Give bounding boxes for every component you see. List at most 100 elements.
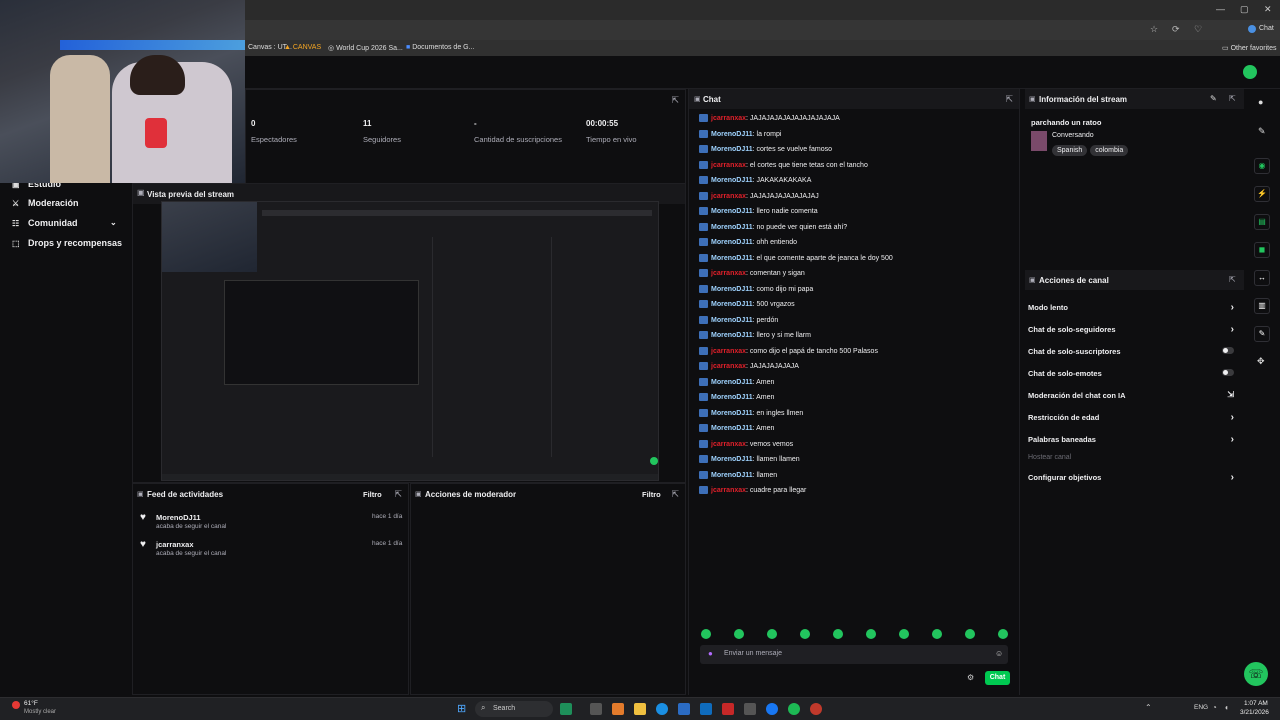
chat-username[interactable]: MorenoDJ11: [711, 285, 753, 292]
toggle-switch[interactable]: [1222, 369, 1234, 376]
nav-item-moderation[interactable]: ⚔ Moderación: [12, 198, 79, 208]
favorites-icon[interactable]: ♡: [1194, 24, 1202, 35]
channel-action-item[interactable]: Restricción de edad ›: [1028, 412, 1234, 423]
channel-action-item[interactable]: Modo lento ›: [1028, 302, 1234, 313]
nav-item-community[interactable]: ☷ Comunidad ⌄: [12, 218, 117, 228]
chat-username[interactable]: jcarranxax: [711, 192, 746, 199]
chat-username[interactable]: jcarranxax: [711, 270, 746, 277]
close-icon[interactable]: ✕: [1264, 4, 1272, 15]
bookmark-item[interactable]: ▲ CANVAS: [284, 44, 321, 51]
emote-icon[interactable]: [767, 629, 777, 639]
quick-action-button[interactable]: ↔: [1254, 270, 1270, 286]
chat-username[interactable]: MorenoDJ11: [711, 223, 753, 230]
spotify-icon[interactable]: [788, 703, 800, 715]
help-chat-icon[interactable]: ☏: [1244, 662, 1268, 686]
settings-gear-icon[interactable]: ⚙: [967, 673, 974, 682]
quick-action-button[interactable]: ⚡: [1254, 186, 1270, 202]
quick-action-button[interactable]: ▥: [1254, 298, 1270, 314]
chat-send-button[interactable]: Chat: [985, 671, 1010, 685]
chat-username[interactable]: MorenoDJ11: [711, 177, 753, 184]
activity-user[interactable]: jcarranxax: [156, 540, 194, 549]
chat-username[interactable]: MorenoDJ11: [711, 425, 753, 432]
emote-icon[interactable]: [998, 629, 1008, 639]
popout-icon[interactable]: ⇱: [671, 95, 679, 106]
quick-action-button[interactable]: ▤: [1254, 214, 1270, 230]
weather-icon[interactable]: [12, 701, 20, 709]
pencil-icon[interactable]: ✎: [1258, 126, 1266, 137]
other-favorites[interactable]: ▭ Other favorites: [1222, 44, 1276, 52]
widgets-icon[interactable]: [560, 703, 572, 715]
edge-icon[interactable]: [656, 703, 668, 715]
chat-username[interactable]: MorenoDJ11: [711, 409, 753, 416]
language-indicator[interactable]: ENG: [1194, 704, 1208, 711]
emote-icon[interactable]: [701, 629, 711, 639]
channel-action-item[interactable]: Chat de solo-suscriptores: [1028, 347, 1234, 356]
chat-username[interactable]: jcarranxax: [711, 161, 746, 168]
emote-icon[interactable]: [734, 629, 744, 639]
channel-action-item[interactable]: Moderación del chat con IA ⇲: [1028, 390, 1234, 400]
emote-icon[interactable]: [800, 629, 810, 639]
record-icon[interactable]: [810, 703, 822, 715]
info-circle-icon[interactable]: ●: [1258, 97, 1263, 107]
channel-action-item[interactable]: Chat de solo-emotes: [1028, 369, 1234, 378]
start-icon[interactable]: ⊞: [457, 702, 466, 715]
chat-username[interactable]: MorenoDJ11: [711, 471, 753, 478]
tray-chevron-icon[interactable]: ⌃: [1145, 703, 1152, 712]
chat-username[interactable]: MorenoDJ11: [711, 332, 753, 339]
emote-icon[interactable]: [833, 629, 843, 639]
extensions-icon[interactable]: ☆: [1150, 24, 1158, 35]
chat-username[interactable]: MorenoDJ11: [711, 146, 753, 153]
profile-avatar[interactable]: [1248, 25, 1256, 33]
emote-icon[interactable]: [932, 629, 942, 639]
channel-action-item[interactable]: Chat de solo-seguidores ›: [1028, 324, 1234, 335]
maximize-icon[interactable]: ▢: [1240, 4, 1249, 15]
refresh-icon[interactable]: ⟳: [1172, 24, 1180, 35]
add-action-icon[interactable]: ✥: [1257, 356, 1265, 367]
chat-username[interactable]: MorenoDJ11: [711, 130, 753, 137]
mod-actions-filter-button[interactable]: Filtro: [642, 490, 661, 499]
emote-icon[interactable]: [899, 629, 909, 639]
folder-icon[interactable]: [634, 703, 646, 715]
activity-user[interactable]: MorenoDJ11: [156, 513, 201, 522]
toggle-switch[interactable]: [1222, 347, 1234, 354]
chat-username[interactable]: jcarranxax: [711, 347, 746, 354]
youtube-icon[interactable]: [722, 703, 734, 715]
file-explorer-icon[interactable]: [590, 703, 602, 715]
nav-item-drops[interactable]: ⬚ Drops y recompensas: [12, 238, 122, 248]
chat-username[interactable]: MorenoDJ11: [711, 456, 753, 463]
tag[interactable]: colombia: [1090, 145, 1129, 156]
chat-username[interactable]: jcarranxax: [711, 115, 746, 122]
emote-picker-icon[interactable]: ☺: [995, 649, 1003, 658]
bookmark-item[interactable]: ◎ World Cup 2026 Sa...: [328, 44, 403, 52]
popout-icon[interactable]: ⇱: [1005, 94, 1013, 105]
facebook-icon[interactable]: [766, 703, 778, 715]
chat-username[interactable]: MorenoDJ11: [711, 378, 753, 385]
activity-filter-button[interactable]: Filtro: [363, 490, 382, 499]
chat-username[interactable]: MorenoDJ11: [711, 239, 753, 246]
tag[interactable]: Spanish: [1052, 145, 1088, 156]
chat-input[interactable]: Enviar un mensaje: [700, 645, 1008, 664]
popout-icon[interactable]: ⇱: [671, 489, 679, 500]
bookmark-item[interactable]: ■ Documentos de G...: [406, 44, 474, 51]
chat-username[interactable]: MorenoDJ11: [711, 208, 753, 215]
chat-username[interactable]: jcarranxax: [711, 363, 746, 370]
popout-icon[interactable]: ⇱: [1229, 94, 1236, 103]
volume-icon[interactable]: ◖: [1224, 703, 1229, 712]
wifi-icon[interactable]: ◔: [1212, 703, 1217, 712]
channel-action-item[interactable]: Palabras baneadas ›: [1028, 434, 1234, 445]
emote-icon[interactable]: [866, 629, 876, 639]
edit-icon[interactable]: ✎: [1210, 94, 1217, 103]
stream-preview-video[interactable]: [161, 201, 659, 481]
user-avatar[interactable]: [1243, 65, 1257, 79]
channel-action-item[interactable]: Configurar objetivos ›: [1028, 472, 1234, 483]
vscode-icon[interactable]: [700, 703, 712, 715]
quick-action-button[interactable]: ✎: [1254, 326, 1270, 342]
quick-action-button[interactable]: ◼: [1254, 242, 1270, 258]
calculator-icon[interactable]: [678, 703, 690, 715]
emote-icon[interactable]: [965, 629, 975, 639]
taskbar-search[interactable]: Search: [475, 701, 553, 717]
chat-username[interactable]: MorenoDJ11: [711, 316, 753, 323]
mic-icon[interactable]: ●: [708, 649, 713, 658]
chat-username[interactable]: MorenoDJ11: [711, 301, 753, 308]
chat-username[interactable]: jcarranxax: [711, 440, 746, 447]
